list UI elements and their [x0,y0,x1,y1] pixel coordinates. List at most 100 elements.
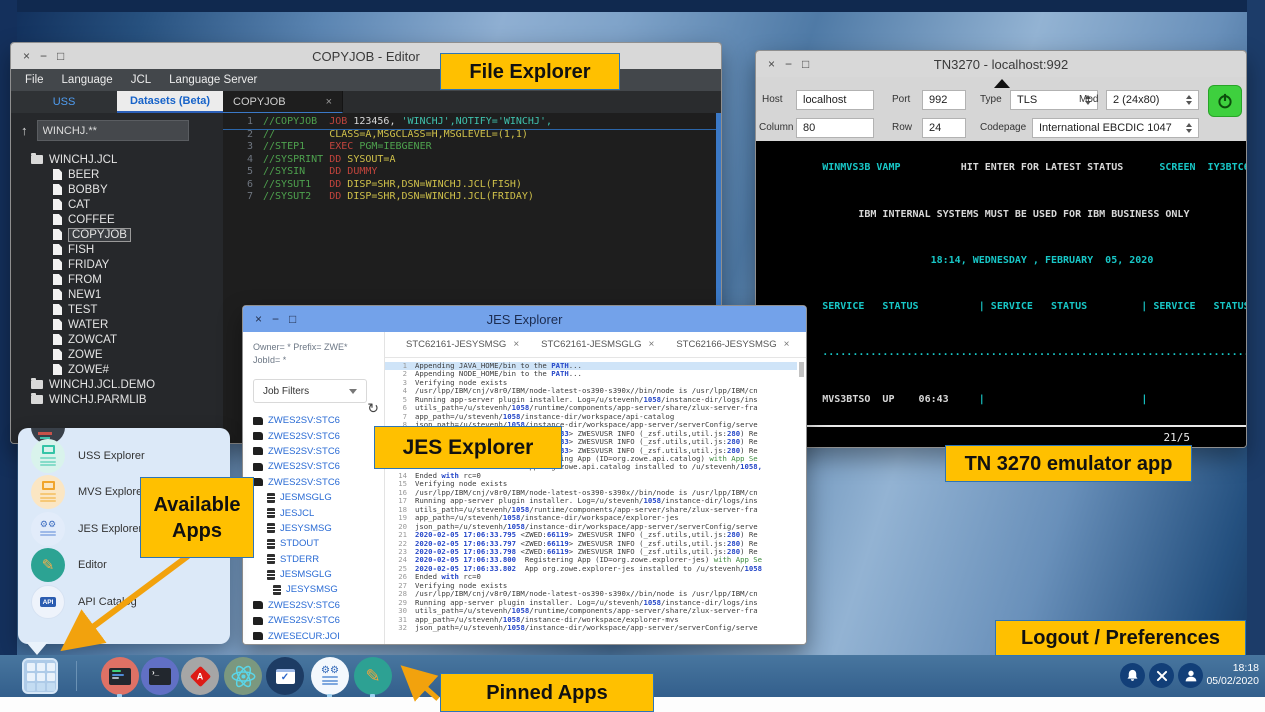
tree-item[interactable]: COPYJOB [11,227,223,242]
disconnect-power-button[interactable] [1208,85,1242,117]
close-tab-icon[interactable]: × [326,96,332,108]
tree-item[interactable]: BOBBY [11,182,223,197]
up-arrow-icon[interactable]: ↑ [21,123,28,138]
menu-file[interactable]: File [25,74,44,86]
job-item[interactable]: JESMSGLG [267,567,384,582]
job-item[interactable]: JESJCL [267,505,384,520]
tn3270-titlebar[interactable]: × − □ TN3270 - localhost:992 [756,51,1246,77]
tree-item[interactable]: FRIDAY [11,257,223,272]
tree-item[interactable]: TEST [11,302,223,317]
job-item[interactable]: ZWES2SV:STC6 [253,444,384,459]
user-account-button[interactable] [1178,663,1203,688]
job-item[interactable]: ZWES2SV:STC6 [253,459,384,474]
tab-datasets-beta[interactable]: Datasets (Beta) [117,91,223,113]
spool-tab[interactable]: STC62166-JESM [801,339,806,350]
close-tab-icon[interactable]: × [784,339,790,350]
close-icon[interactable]: × [768,58,775,70]
pinned-api-catalog[interactable]: A [181,657,219,695]
menu-item-uss-explorer[interactable]: USS Explorer [18,438,230,474]
code-line: 1 //COPYJOB JOB 123456, 'WINCHJ',NOTIFY=… [223,116,716,129]
menu-jcl[interactable]: JCL [131,74,151,86]
job-item[interactable]: ZWES2SV:STC6 [253,598,384,613]
minimize-icon[interactable]: − [785,58,792,70]
minimize-icon[interactable]: − [40,50,47,62]
tree-item[interactable]: ZOWCAT [11,332,223,347]
collapse-panel-icon[interactable] [994,79,1010,88]
close-tab-icon[interactable]: × [649,339,655,350]
file-icon [53,214,62,225]
tree-item[interactable]: WINCHJ.PARMLIB [11,392,223,407]
job-item[interactable]: STDERR [267,552,384,567]
job-item[interactable]: JESMSGLG [267,490,384,505]
tree-item[interactable]: ZOWE# [11,362,223,377]
tree-item[interactable]: WINCHJ.JCL [11,152,223,167]
mod-value: 2 (24x80) [1113,94,1159,106]
tn3270-terminal-screen[interactable]: WINMVS3B VAMP HIT ENTER FOR LATEST STATU… [756,141,1246,423]
menu-language[interactable]: Language [62,74,113,86]
job-item[interactable]: ZWES2SV:STC6 [253,413,384,428]
column-input[interactable]: 80 [796,118,874,138]
close-icon[interactable]: × [255,313,262,325]
pinned-vt-terminal[interactable]: ›_ [141,657,179,695]
file-icon [53,274,62,285]
tree-item[interactable]: FROM [11,272,223,287]
port-input[interactable]: 992 [922,90,966,110]
pinned-react-app[interactable] [224,657,262,695]
maximize-icon[interactable]: □ [57,50,64,62]
tree-item[interactable]: FISH [11,242,223,257]
job-item[interactable]: ZWESECUR:JOI [253,628,384,643]
codepage-select[interactable]: International EBCDIC 1047 [1032,118,1199,138]
job-item[interactable]: JESYSMSG [267,521,384,536]
maximize-icon[interactable]: □ [289,313,296,325]
menu-item-api-catalog[interactable]: API API Catalog [18,584,230,620]
notifications-button[interactable] [1120,663,1145,688]
tree-item[interactable]: CAT [11,197,223,212]
job-icon [267,554,275,564]
tree-item-label: WATER [68,319,108,331]
close-tab-icon[interactable]: × [513,339,519,350]
tn3270-connection-panel: Host localhost Port 992 Type TLS Mod 2 (… [756,77,1246,141]
spool-tab[interactable]: STC62166-JESYSMSG × [665,339,800,350]
tab-uss[interactable]: USS [11,91,117,113]
spool-tab[interactable]: STC62161-JESYSMSG × [395,339,530,350]
log-scrollbar[interactable] [799,362,804,377]
spool-tab[interactable]: STC62161-JESMSGLG × [530,339,665,350]
refresh-icon[interactable]: ↻ [367,400,379,417]
job-filters-accordion[interactable]: Job Filters [253,379,367,403]
job-item[interactable]: STDOUT [267,536,384,551]
menu-language-server[interactable]: Language Server [169,74,257,86]
code-text: //COPYJOB JOB 123456, 'WINCHJ',NOTIFY='W… [263,116,552,129]
row-input[interactable]: 24 [922,118,966,138]
maximize-icon[interactable]: □ [802,58,809,70]
minimize-icon[interactable]: − [272,313,279,325]
start-menu-button[interactable] [22,658,58,694]
taskbar-divider [76,661,77,691]
terminal-line: ........................................… [762,330,1240,376]
job-item[interactable]: ZWES2SV:STC6 [253,613,384,628]
host-input[interactable]: localhost [796,90,874,110]
tab-copyjob[interactable]: COPYJOB × [223,91,343,113]
tree-item[interactable]: WATER [11,317,223,332]
dataset-search-input[interactable] [37,120,189,141]
pinned-jes-explorer[interactable]: ⚙⚙ [311,657,349,695]
job-item[interactable]: ZWES2SV:STC6 [253,428,384,443]
jes-titlebar[interactable]: × − □ JES Explorer [243,306,806,332]
tree-item[interactable]: ZOWE [11,347,223,362]
close-icon[interactable]: × [23,50,30,62]
job-item[interactable]: JESMSGLG [267,644,384,645]
tree-item[interactable]: NEW1 [11,287,223,302]
spool-log-content[interactable]: 1 Appending JAVA_HOME/bin to the PATH...… [385,358,797,642]
preferences-button[interactable] [1149,663,1174,688]
pinned-editor[interactable]: ✎ [354,657,392,695]
tree-item[interactable]: BEER [11,167,223,182]
line-number: 3 [223,141,253,154]
pinned-tn3270-terminal[interactable] [101,657,139,695]
tree-item[interactable]: COFFEE [11,212,223,227]
code-line: 2 // CLASS=A,MSGCLASS=H,MSGLEVEL=(1,1) [223,129,716,142]
pinned-workflow-app[interactable]: ✓ [266,657,304,695]
tree-item[interactable]: WINCHJ.JCL.DEMO [11,377,223,392]
job-item[interactable]: ZWES2SV:STC6 [253,475,384,490]
job-item[interactable]: JESYSMSG [273,582,384,597]
mod-select[interactable]: 2 (24x80) [1106,90,1199,110]
terminal-text: 18:14, WEDNESDAY , FEBRUARY 05, 2020 [822,255,1153,266]
